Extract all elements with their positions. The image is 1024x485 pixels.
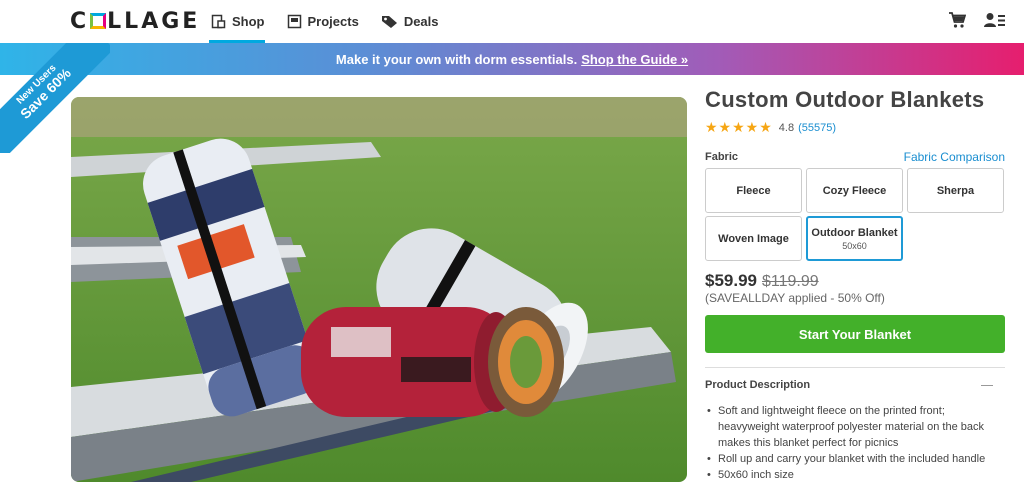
- projects-icon: [287, 14, 301, 29]
- collage-logo[interactable]: C LLAGE: [70, 9, 200, 34]
- price-row: $59.99 $119.99: [705, 271, 1005, 291]
- original-price: $119.99: [762, 273, 819, 290]
- fabric-option-label: Fleece: [736, 184, 771, 197]
- product-photo-illustration: [71, 97, 687, 482]
- shop-icon: [211, 14, 226, 29]
- start-blanket-button[interactable]: Start Your Blanket: [705, 315, 1005, 353]
- nav-deals[interactable]: Deals: [379, 0, 439, 43]
- review-count[interactable]: (55575): [798, 122, 836, 134]
- discount-note: (SAVEALLDAY applied - 50% Off): [705, 291, 885, 305]
- nav-deals-label: Deals: [403, 14, 439, 29]
- rating-row[interactable]: ★★★★★ 4.8 (55575): [705, 119, 1005, 136]
- fabric-option-fleece[interactable]: Fleece: [705, 168, 802, 213]
- nav-projects[interactable]: Projects: [285, 0, 359, 43]
- fabric-option-outdoor-blanket[interactable]: Outdoor Blanket 50x60: [806, 216, 903, 261]
- promo-banner: Make it your own with dorm essentials. S…: [0, 43, 1024, 75]
- fabric-option-label: Woven Image: [718, 232, 789, 245]
- cart-icon[interactable]: [948, 11, 966, 29]
- nav-shop[interactable]: Shop: [209, 0, 265, 43]
- fabric-option-woven-image[interactable]: Woven Image: [705, 216, 802, 261]
- logo-square-o: [90, 13, 107, 29]
- list-item: Roll up and carry your blanket with the …: [705, 451, 1005, 467]
- fabric-option-label: Outdoor Blanket: [811, 226, 898, 239]
- product-image[interactable]: [71, 97, 687, 482]
- current-price: $59.99: [705, 271, 757, 290]
- main-nav: Shop Projects Deals: [209, 0, 459, 43]
- product-title: Custom Outdoor Blankets: [705, 87, 985, 112]
- fabric-comparison-link[interactable]: Fabric Comparison: [904, 150, 1005, 164]
- fabric-header: Fabric Fabric Comparison: [705, 150, 1005, 164]
- description-list: Soft and lightweight fleece on the print…: [705, 403, 1005, 483]
- rating-value: 4.8: [778, 121, 795, 134]
- header-icons: [948, 11, 1006, 29]
- tag-icon: [381, 16, 397, 28]
- site-header: C LLAGE Shop Projects Deals: [0, 0, 1024, 43]
- product-description-toggle[interactable]: Product Description: [705, 379, 1005, 391]
- fabric-option-sherpa[interactable]: Sherpa: [907, 168, 1004, 213]
- account-icon[interactable]: [984, 11, 1006, 29]
- list-item: 50x60 inch size: [705, 467, 1005, 483]
- fabric-option-label: Cozy Fleece: [822, 184, 887, 197]
- promo-link[interactable]: Shop the Guide »: [581, 52, 688, 67]
- collapse-icon: [981, 384, 993, 386]
- fabric-option-label: Sherpa: [936, 184, 975, 197]
- star-rating-icon: ★★★★★: [705, 119, 773, 135]
- product-details: Custom Outdoor Blankets ★★★★★ 4.8 (55575…: [705, 87, 1005, 483]
- nav-projects-label: Projects: [307, 14, 359, 29]
- product-description-heading: Product Description: [705, 379, 811, 391]
- list-item: Soft and lightweight fleece on the print…: [705, 403, 1005, 451]
- fabric-label: Fabric: [705, 151, 739, 163]
- fabric-option-cozy-fleece[interactable]: Cozy Fleece: [806, 168, 903, 213]
- nav-shop-label: Shop: [232, 14, 265, 29]
- divider: [705, 367, 1005, 368]
- fabric-option-size: 50x60: [842, 240, 867, 251]
- promo-text: Make it your own with dorm essentials.: [335, 51, 578, 67]
- fabric-options: Fleece Cozy Fleece Sherpa Woven Image Ou…: [705, 168, 1005, 261]
